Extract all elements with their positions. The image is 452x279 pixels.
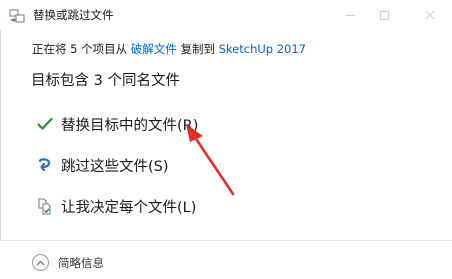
checkmark-icon (35, 114, 55, 134)
fewer-details-toggle[interactable]: 简略信息 (32, 254, 104, 271)
info-prefix: 正在将 5 个项目从 (32, 42, 131, 56)
replace-files-label: 替换目标中的文件(R) (61, 117, 199, 134)
maximize-icon (379, 10, 389, 20)
title-bar: 替换或跳过文件 (0, 0, 452, 30)
chevron-up-icon (32, 254, 49, 271)
conflict-heading: 目标包含 3 个同名文件 (31, 73, 180, 89)
destination-folder-link[interactable]: SketchUp 2017 (219, 42, 306, 56)
compare-files-icon (35, 196, 55, 216)
fewer-details-label: 简略信息 (58, 255, 104, 270)
source-folder-link[interactable]: 破解文件 (131, 42, 177, 56)
skip-files-label: 跳过这些文件(S) (61, 158, 169, 175)
copy-info-line: 正在将 5 个项目从 破解文件 复制到 SketchUp 2017 (32, 41, 306, 57)
close-icon (425, 10, 435, 20)
skip-files-option[interactable]: 跳过这些文件(S) (35, 152, 169, 178)
info-middle: 复制到 (176, 42, 219, 56)
window-title: 替换或跳过文件 (33, 8, 114, 22)
maximize-button[interactable] (364, 0, 404, 30)
file-transfer-icon (9, 8, 25, 23)
skip-arrow-icon (35, 155, 55, 175)
close-button[interactable] (410, 0, 450, 30)
replace-or-skip-dialog: 替换或跳过文件 正在将 5 个项目从 破解文件 复制到 SketchUp 201… (0, 0, 452, 279)
replace-files-option[interactable]: 替换目标中的文件(R) (35, 111, 198, 137)
decide-each-file-label: 让我决定每个文件(L) (61, 199, 197, 216)
decide-each-file-option[interactable]: 让我决定每个文件(L) (35, 193, 196, 219)
minimize-icon (345, 14, 355, 16)
